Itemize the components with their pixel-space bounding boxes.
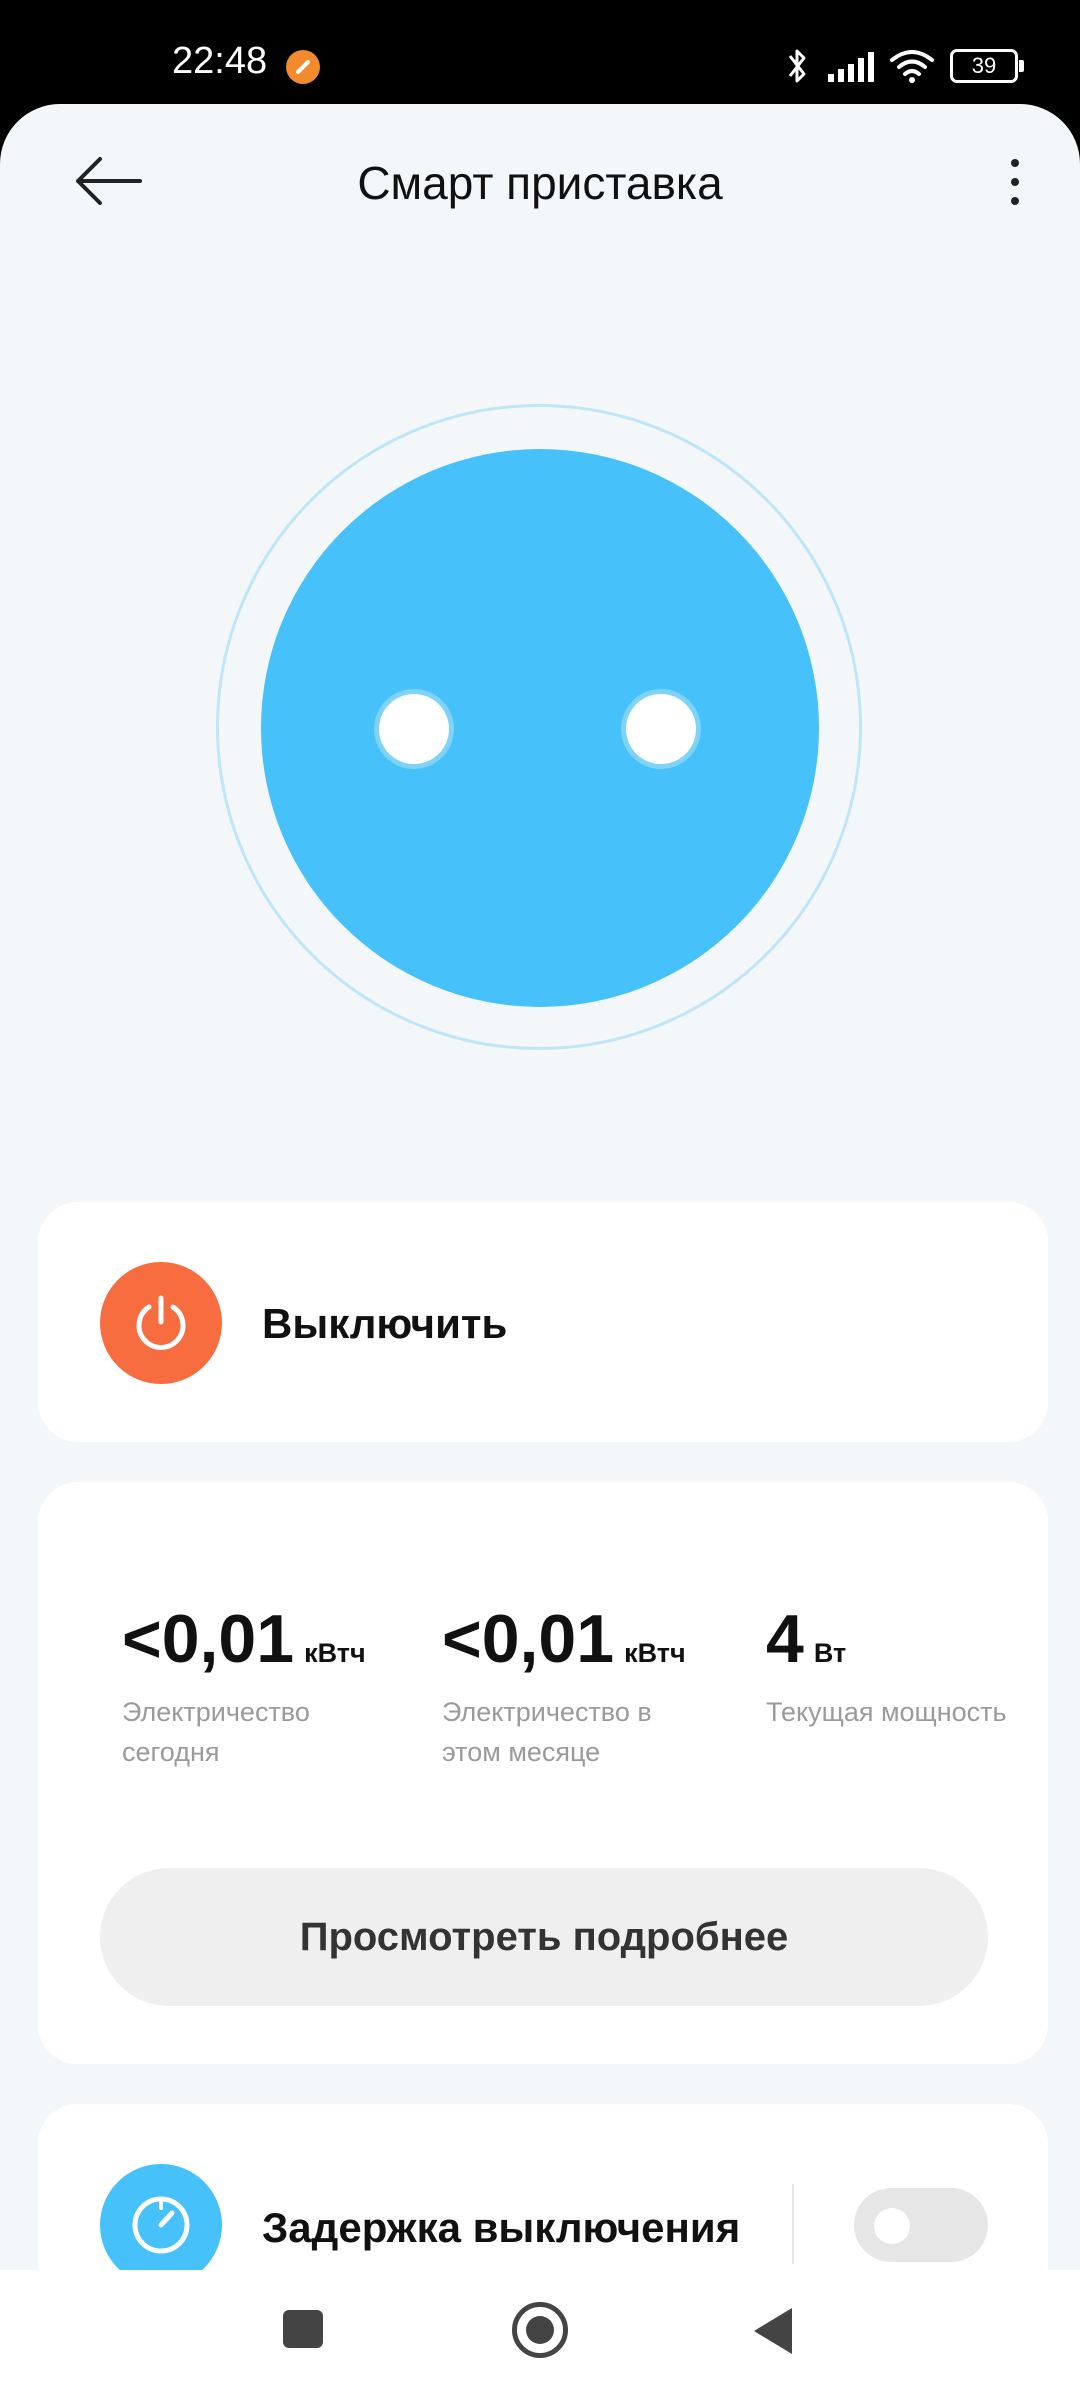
stat-unit: кВтч (624, 1638, 686, 1668)
bluetooth-icon (788, 49, 806, 83)
view-details-button[interactable]: Просмотреть подробнее (100, 1868, 988, 2006)
page-title: Смарт приставка (357, 157, 723, 209)
header: Смарт приставка (0, 104, 1080, 254)
stat-value: <0,01 (442, 1601, 615, 1677)
power-button[interactable] (100, 1262, 222, 1384)
status-time: 22:48 (172, 40, 268, 82)
energy-stats-card: <0,01 кВтч Электричество сегодня <0,01 кВт… (38, 1482, 1048, 2064)
stat-month: <0,01 кВтч Электричество в этом месяце (442, 1600, 686, 1772)
stat-today: <0,01 кВтч Электричество сегодня (122, 1600, 366, 1772)
stat-unit: кВтч (304, 1638, 366, 1668)
app-notification-icon (286, 50, 320, 84)
home-icon[interactable] (512, 2302, 568, 2358)
delay-off-label: Задержка выключения (262, 2204, 741, 2251)
delay-off-card: Задержка выключения (38, 2104, 1048, 2271)
signal-icon (828, 50, 874, 82)
stat-unit: Вт (813, 1638, 847, 1668)
socket-hole-left (379, 694, 449, 764)
system-nav-bar (0, 2270, 1080, 2400)
stat-label: Текущая мощность (766, 1697, 1007, 1727)
power-label: Выключить (262, 1300, 508, 1347)
power-icon (136, 1295, 186, 1350)
stat-value: <0,01 (122, 1601, 295, 1677)
back-icon[interactable] (754, 2308, 792, 2354)
divider (792, 2184, 794, 2264)
socket-illustration[interactable] (261, 449, 819, 1007)
stat-label: Электричество в этом месяце (442, 1697, 652, 1767)
stat-value: 4 (766, 1601, 804, 1677)
battery-icon: 39 (950, 49, 1024, 83)
wifi-icon (890, 50, 934, 83)
timer-icon (100, 2164, 222, 2271)
status-bar: 22:48 39 (0, 0, 1080, 110)
app-screen: Смарт приставка Выключить <0,01 кВтч Элек… (0, 104, 1080, 2271)
toggle-knob (874, 2208, 910, 2244)
delay-off-toggle[interactable] (854, 2188, 988, 2262)
stat-current-power: 4 Вт Текущая мощность (766, 1600, 1036, 1732)
power-card[interactable]: Выключить (38, 1202, 1048, 1442)
battery-level: 39 (971, 53, 997, 78)
more-options-icon[interactable] (990, 152, 1040, 212)
recents-icon[interactable] (283, 2310, 323, 2348)
socket-hole-right (626, 694, 696, 764)
stat-label: Электричество сегодня (122, 1697, 310, 1767)
status-icons: 39 (782, 44, 1024, 88)
